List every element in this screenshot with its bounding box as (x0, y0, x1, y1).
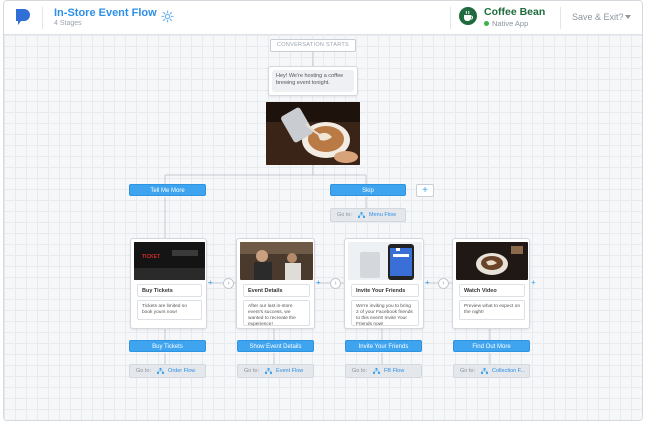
stage-title: Watch Video (459, 284, 525, 297)
goto-label: Go to: (136, 368, 151, 374)
stage-card-watch-video[interactable]: Watch Video Preview what to expect on th… (452, 238, 530, 329)
next-arrow-icon: › (438, 278, 449, 289)
status-indicator (484, 21, 489, 26)
stage-card-buy-tickets[interactable]: TICKET Buy Tickets Tickets are limited s… (130, 238, 207, 329)
barista-image (240, 242, 313, 280)
buy-tickets-button[interactable]: Buy Tickets (129, 340, 206, 352)
goto-target-link[interactable]: Order Flow (168, 368, 195, 374)
stage-card-event-details[interactable]: Event Details After our last in-store ev… (236, 238, 315, 329)
stage-goto-box[interactable]: Go to: Event Flow (237, 364, 314, 378)
flow-tree-icon (480, 367, 488, 374)
app-logo-icon[interactable] (14, 8, 30, 26)
conversation-start-node[interactable]: CONVERSATION STARTS (270, 39, 356, 52)
brand-name: Coffee Bean (484, 6, 546, 18)
save-exit-button[interactable]: Save & Exit? (572, 12, 624, 22)
app-window: In-Store Event Flow 4 Stages Coffee Bean… (3, 0, 643, 421)
goto-target-link[interactable]: Event Flow (276, 368, 303, 374)
top-bar: In-Store Event Flow 4 Stages Coffee Bean… (4, 1, 642, 35)
brand-logo-icon (459, 7, 477, 25)
flow-canvas[interactable]: CONVERSATION STARTS Hey! We're hosting a… (4, 35, 642, 420)
goto-target-link[interactable]: Menu Flow (369, 212, 396, 218)
stage-title: Event Details (243, 284, 310, 297)
coffee-image (456, 242, 528, 280)
add-stage-plus-icon[interactable]: + (316, 279, 321, 287)
stage-title: Invite Your Friends (351, 284, 419, 297)
add-stage-plus-icon[interactable]: + (425, 279, 430, 287)
add-button-plus-icon[interactable]: + (416, 184, 434, 197)
next-arrow-icon: › (330, 278, 341, 289)
goto-label: Go to: (460, 368, 475, 374)
goto-label: Go to: (352, 368, 367, 374)
brand-platform: Native App (492, 19, 529, 28)
flow-tree-icon (264, 367, 272, 374)
chevron-down-icon[interactable] (625, 15, 631, 19)
flow-stage-count: 4 Stages (54, 20, 82, 27)
stage-card-invite-friends[interactable]: Invite Your Friends We're inviting you t… (344, 238, 424, 329)
goto-label: Go to: (337, 212, 352, 218)
goto-target-link[interactable]: Collection F... (492, 368, 525, 374)
stage-message: We're inviting you to bring 2 of your Fa… (351, 300, 419, 327)
show-event-details-button[interactable]: Show Event Details (237, 340, 314, 352)
invite-friends-button[interactable]: Invite Your Friends (345, 340, 422, 352)
skip-goto-box[interactable]: Go to: Menu Flow (330, 208, 406, 222)
stage-message: Preview what to expect on the night! (459, 300, 525, 320)
skip-button[interactable]: Skip (330, 184, 406, 196)
flow-tree-icon (372, 367, 380, 374)
stage-message: After our last in-store event's success,… (243, 300, 310, 327)
stage-goto-box[interactable]: Go to: Collection F... (453, 364, 530, 378)
flow-title[interactable]: In-Store Event Flow (54, 7, 157, 19)
stage-goto-box[interactable]: Go to: Order Flow (129, 364, 206, 378)
flow-tree-icon (156, 367, 164, 374)
stage-goto-box[interactable]: Go to: FB Flow (345, 364, 422, 378)
header-divider (560, 7, 561, 29)
header-divider (42, 7, 43, 29)
stage-message: Tickets are limited so book yours now! (137, 300, 202, 320)
intro-message-bubble: Hey! We're hosting a coffee brewing even… (272, 70, 354, 92)
next-arrow-icon: › (223, 278, 234, 289)
ticket-image: TICKET (134, 242, 205, 280)
goto-label: Go to: (244, 368, 259, 374)
add-stage-plus-icon[interactable]: + (208, 279, 213, 287)
add-stage-plus-icon[interactable]: + (531, 279, 536, 287)
latte-art-image[interactable] (266, 102, 360, 165)
stage-title: Buy Tickets (137, 284, 202, 297)
header-divider (450, 7, 451, 29)
find-out-more-button[interactable]: Find Out More (453, 340, 530, 352)
svg-text:TICKET: TICKET (142, 254, 160, 260)
flow-tree-icon (357, 211, 365, 218)
phone-image (348, 242, 422, 280)
tell-me-more-button[interactable]: Tell Me More (129, 184, 206, 196)
intro-message-card[interactable]: Hey! We're hosting a coffee brewing even… (268, 66, 358, 96)
goto-target-link[interactable]: FB Flow (384, 368, 404, 374)
settings-gear-icon[interactable] (161, 10, 174, 23)
